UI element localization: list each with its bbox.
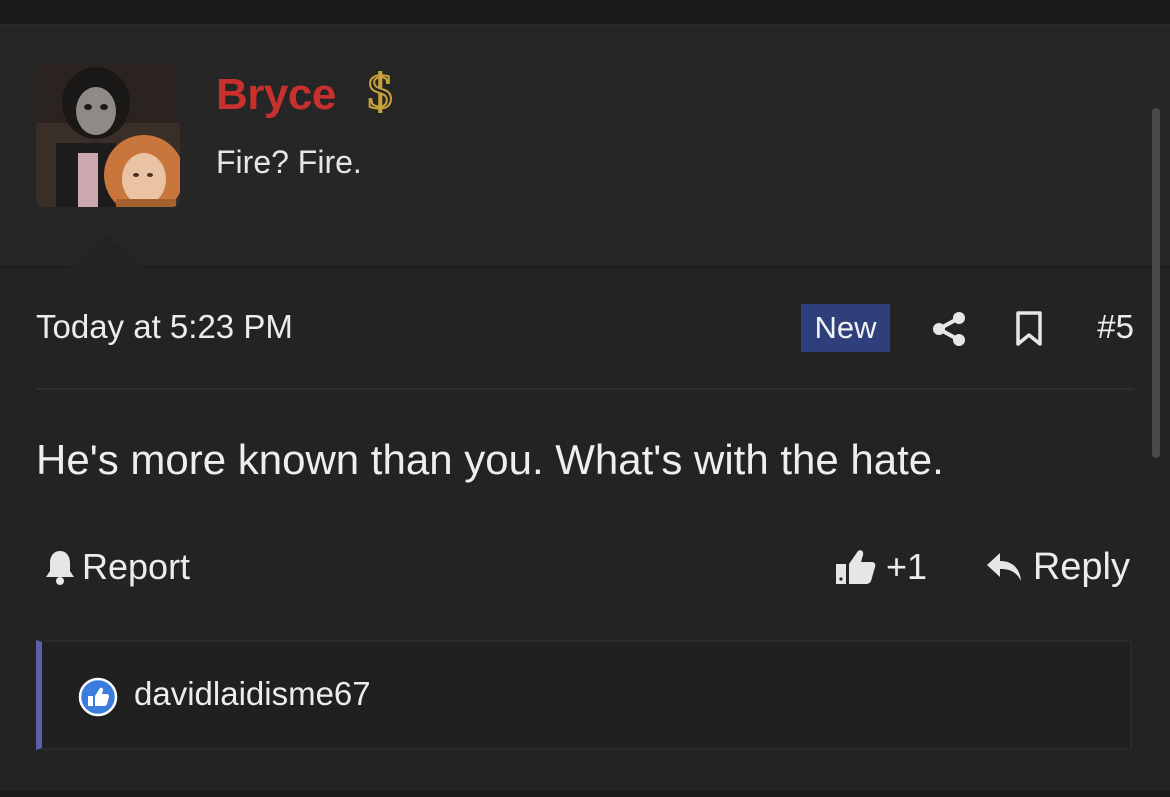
forum-page: Bryce $ Fire? Fire. Today at 5:23 PM New… bbox=[0, 0, 1170, 797]
reaction-user-link[interactable]: davidlaidisme67 bbox=[134, 675, 371, 713]
forum-post: Bryce $ Fire? Fire. Today at 5:23 PM New… bbox=[0, 26, 1170, 791]
author-name[interactable]: Bryce bbox=[216, 70, 336, 120]
reply-label: Reply bbox=[1032, 546, 1130, 588]
meta-divider bbox=[36, 388, 1134, 390]
thumbs-up-icon bbox=[836, 550, 876, 584]
new-badge: New bbox=[801, 304, 890, 352]
post-body-text: He's more known than you. What's with th… bbox=[36, 436, 944, 483]
next-post-edge bbox=[0, 791, 1170, 797]
avatar[interactable] bbox=[36, 63, 180, 207]
bell-icon bbox=[46, 551, 74, 585]
reactions-bar: davidlaidisme67 bbox=[36, 640, 1132, 750]
avatar-image bbox=[36, 63, 180, 207]
post-actions: Report +1 Reply bbox=[36, 544, 1134, 594]
author-user-title: Fire? Fire. bbox=[216, 144, 362, 180]
reply-button[interactable]: Reply bbox=[985, 546, 1130, 589]
post-date[interactable]: Today at 5:23 PM bbox=[36, 308, 293, 346]
report-button[interactable]: Report bbox=[44, 546, 190, 588]
post-meta-row: Today at 5:23 PM New #5 bbox=[36, 304, 1134, 354]
report-label: Report bbox=[82, 546, 191, 587]
previous-post-edge bbox=[0, 0, 1170, 26]
dollar-sign-icon: $ bbox=[367, 62, 394, 118]
scrollbar-thumb[interactable] bbox=[1152, 108, 1160, 458]
like-button[interactable]: +1 bbox=[834, 546, 927, 588]
header-pointer bbox=[70, 234, 142, 268]
post-number-link[interactable]: #5 bbox=[1097, 308, 1134, 346]
bookmark-icon[interactable] bbox=[1013, 310, 1045, 348]
post-user-header: Bryce $ Fire? Fire. bbox=[0, 26, 1170, 268]
like-reaction-icon bbox=[78, 677, 118, 717]
share-icon[interactable] bbox=[929, 310, 969, 348]
svg-text:$: $ bbox=[368, 63, 393, 118]
like-count: +1 bbox=[886, 546, 928, 587]
reply-arrow-icon bbox=[986, 552, 1021, 581]
